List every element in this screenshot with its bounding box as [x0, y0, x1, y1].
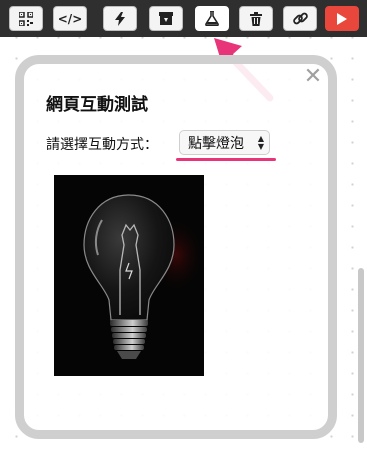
qr-code-button[interactable]	[9, 6, 43, 31]
scrollbar-thumb[interactable]	[358, 268, 364, 443]
interaction-mode-select[interactable]: 點擊燈泡 ▲ ▼	[179, 130, 270, 155]
close-icon[interactable]: ✕	[302, 66, 324, 88]
lightning-button[interactable]	[103, 6, 137, 31]
archive-box-icon	[159, 12, 173, 25]
annotation-underline	[176, 158, 276, 161]
trash-icon	[250, 11, 262, 26]
lightning-icon	[115, 11, 125, 26]
dialog-title: 網頁互動測試	[46, 95, 148, 115]
light-bulb-photo[interactable]	[54, 175, 204, 376]
code-icon: </>	[57, 11, 83, 26]
code-button[interactable]: </>	[53, 6, 87, 31]
flask-icon	[205, 11, 219, 26]
play-icon	[337, 12, 347, 25]
select-arrows-icon: ▲ ▼	[257, 134, 264, 151]
top-toolbar: </>	[0, 0, 367, 37]
link-icon	[292, 12, 308, 25]
flask-button[interactable]	[195, 6, 229, 31]
run-button[interactable]	[325, 6, 359, 31]
select-value: 點擊燈泡	[188, 135, 244, 152]
interaction-mode-label: 請選擇互動方式：	[46, 137, 158, 153]
link-button[interactable]	[283, 6, 317, 31]
delete-button[interactable]	[239, 6, 273, 31]
qr-code-icon	[19, 11, 33, 26]
archive-button[interactable]	[149, 6, 183, 31]
light-bulb-image	[83, 194, 204, 359]
